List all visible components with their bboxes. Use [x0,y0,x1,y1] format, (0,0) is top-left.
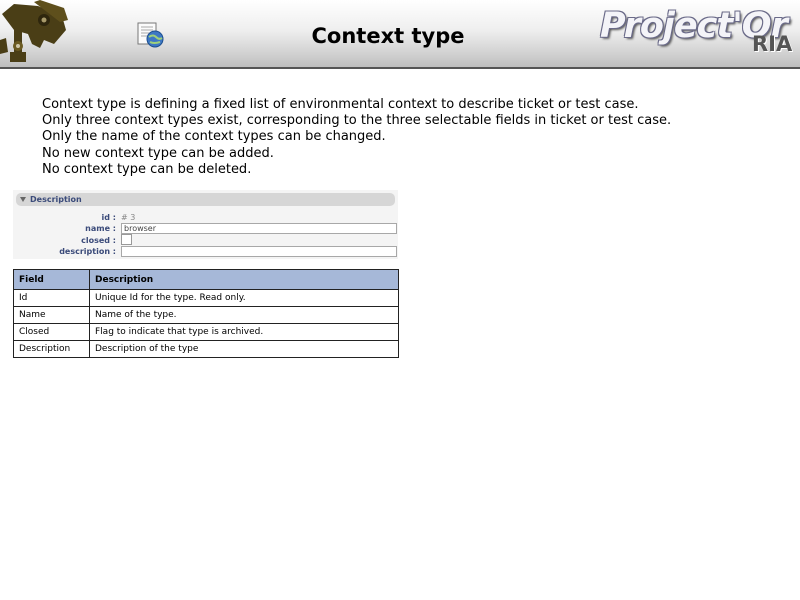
column-header-description: Description [89,269,399,290]
table-cell-field: Description [13,340,90,358]
brand-logo: Project'Or RIA [600,6,796,62]
header-divider [0,67,800,69]
closed-row: closed : [13,234,398,246]
description-row: description : [13,246,398,257]
description-section-header[interactable]: Description [16,193,395,206]
table-cell-field: Closed [13,323,90,341]
table-cell-description: Description of the type [89,340,399,358]
intro-line: No context type can be deleted. [42,161,252,177]
table-row: Closed Flag to indicate that type is arc… [13,323,399,341]
table-cell-description: Unique Id for the type. Read only. [89,289,399,307]
id-value: # 3 [121,213,136,222]
name-input[interactable]: browser [121,223,397,234]
table-row: Description Description of the type [13,340,399,358]
table-header-row: Field Description [13,269,399,290]
id-label: id : [101,213,116,222]
intro-text: Context type is defining a fixed list of… [42,97,671,178]
intro-line: Context type is defining a fixed list of… [42,97,639,112]
table-cell-description: Flag to indicate that type is archived. [89,323,399,341]
collapse-arrow-icon[interactable] [20,197,26,202]
fields-table: Field Description Id Unique Id for the t… [13,269,399,358]
table-cell-field: Id [13,289,90,307]
section-label: Description [30,195,82,204]
table-cell-field: Name [13,306,90,324]
intro-line: Only the name of the context types can b… [42,129,386,145]
id-row: id : # 3 [13,212,398,223]
table-row: Name Name of the type. [13,306,399,324]
description-form-panel: Description id : # 3 name : browser clos… [13,190,398,259]
brand-logo-sub: RIA [752,32,793,56]
table-cell-description: Name of the type. [89,306,399,324]
table-row: Id Unique Id for the type. Read only. [13,289,399,307]
column-header-field: Field [13,269,90,290]
name-row: name : browser [13,223,398,234]
description-label: description : [59,247,116,256]
page-header: Context type Project'Or RIA [0,0,800,69]
closed-checkbox[interactable] [121,234,132,245]
intro-line: Only three context types exist, correspo… [42,113,672,129]
intro-line: No new context type can be added. [42,145,274,161]
description-input[interactable] [121,246,397,257]
name-label: name : [85,224,116,233]
closed-label: closed : [81,236,116,245]
